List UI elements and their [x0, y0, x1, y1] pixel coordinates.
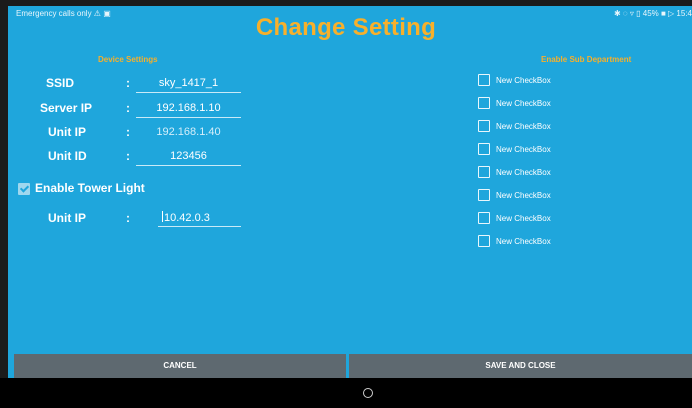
tower-unit-ip-input[interactable]: 10.42.0.3: [158, 210, 241, 227]
unit-id-input[interactable]: 123456: [136, 148, 241, 166]
sub-department-checkbox-5[interactable]: [478, 166, 490, 178]
tower-unit-ip-separator: :: [126, 211, 130, 225]
tower-light-label[interactable]: Enable Tower Light: [35, 181, 145, 195]
server-ip-label: Server IP: [40, 101, 93, 115]
ssid-separator: :: [126, 76, 130, 90]
ssid-input[interactable]: sky_1417_1: [136, 75, 241, 93]
sub-department-checkbox-label[interactable]: New CheckBox: [496, 99, 551, 108]
sub-department-checkbox-label[interactable]: New CheckBox: [496, 237, 551, 246]
sub-department-checkbox-label[interactable]: New CheckBox: [496, 191, 551, 200]
sub-department-heading: Enable Sub Department: [541, 55, 632, 64]
save-and-close-button[interactable]: SAVE AND CLOSE: [349, 354, 692, 378]
text-cursor: [162, 211, 163, 222]
device-settings-heading: Device Settings: [98, 55, 158, 64]
unit-ip-separator: :: [126, 125, 130, 139]
sub-department-checkbox-1[interactable]: [478, 74, 490, 86]
app-screen: Emergency calls only ⚠ ▣ ✱ ◌ ▿ ▯ 45% ■ ▷…: [8, 6, 692, 378]
sub-department-checkbox-2[interactable]: [478, 97, 490, 109]
sub-department-checkbox-8[interactable]: [478, 235, 490, 247]
sub-department-checkbox-7[interactable]: [478, 212, 490, 224]
server-ip-input[interactable]: 192.168.1.10: [136, 100, 241, 118]
tower-unit-ip-label: Unit IP: [48, 211, 86, 225]
home-circle-icon[interactable]: [363, 388, 373, 398]
sub-department-checkbox-label[interactable]: New CheckBox: [496, 122, 551, 131]
sub-department-checkbox-label[interactable]: New CheckBox: [496, 145, 551, 154]
navigation-bar: [0, 378, 692, 408]
page-title: Change Setting: [255, 14, 437, 41]
server-ip-separator: :: [126, 101, 130, 115]
sub-department-checkbox-label[interactable]: New CheckBox: [496, 214, 551, 223]
sub-department-checkbox-3[interactable]: [478, 120, 490, 132]
unit-ip-value: 192.168.1.40: [156, 126, 221, 138]
sub-department-checkbox-6[interactable]: [478, 189, 490, 201]
cancel-button[interactable]: CANCEL: [14, 354, 346, 378]
tower-unit-ip-value: 10.42.0.3: [164, 212, 210, 224]
ssid-label: SSID: [46, 76, 75, 90]
unit-id-separator: :: [126, 149, 130, 163]
sub-department-checkbox-4[interactable]: [478, 143, 490, 155]
sub-department-checkbox-label[interactable]: New CheckBox: [496, 76, 551, 85]
unit-id-label: Unit ID: [48, 149, 87, 163]
sub-department-checkbox-label[interactable]: New CheckBox: [496, 168, 551, 177]
unit-ip-label: Unit IP: [48, 125, 86, 139]
tower-light-checkbox[interactable]: [18, 183, 30, 195]
